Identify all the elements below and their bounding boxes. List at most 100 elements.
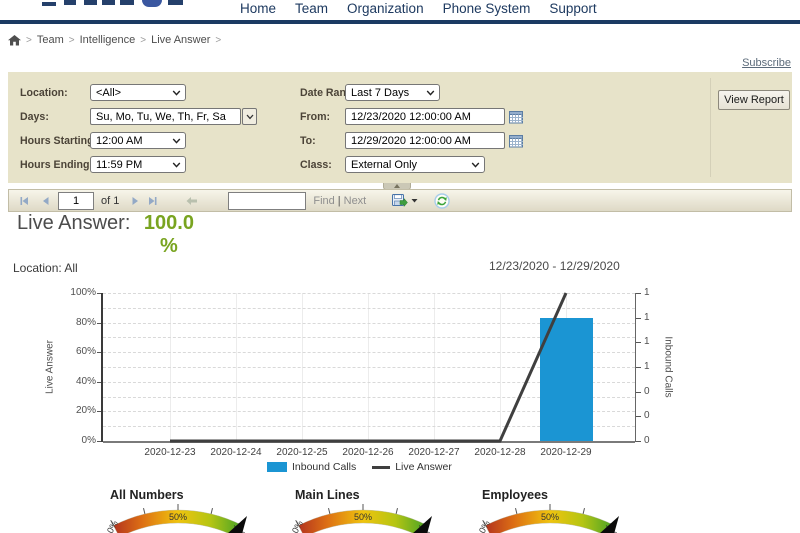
from-input[interactable]: 12/23/2020 12:00:00 AM [345,108,505,125]
logo-fragment [120,0,134,5]
prev-page-icon[interactable] [42,196,50,206]
find-label[interactable]: Find [313,195,334,207]
panel-divider [710,78,711,177]
right-axis-tick-label: 1 [644,336,650,348]
view-report-button[interactable]: View Report [718,90,790,110]
gauge-main-lines: Main Lines 50%0%100% [290,488,436,533]
gauge-dial: 50%0%100% [290,504,436,533]
from-value: 12/23/2020 12:00:00 AM [351,110,471,123]
nav-item-team[interactable]: Team [295,1,328,16]
x-axis-label: 2020-12-29 [540,447,592,458]
chart-date-range: 12/23/2020 - 12/29/2020 [489,259,620,273]
right-axis-tick-label: 1 [644,361,650,372]
breadcrumb-live-answer[interactable]: Live Answer [151,34,210,46]
h-gridline [103,293,635,294]
h-gridline [103,307,635,309]
y-axis-tick-label: 0% [81,435,96,446]
logo-fragment [168,0,183,5]
home-icon[interactable] [8,34,21,46]
x-axis-label: 2020-12-23 [144,447,196,458]
hours-starting-select[interactable]: 12:00 AM [90,132,186,149]
y-axis-tick-label: 80% [75,316,96,328]
hours-starting-value: 12:00 AM [96,134,143,147]
hours-ending-select[interactable]: 11:59 PM [90,156,186,173]
gauge-title: Employees [482,488,549,502]
find-next-controls[interactable]: Find | Next [313,195,366,207]
class-label: Class: [300,159,332,171]
nav-item-support[interactable]: Support [549,1,596,16]
chevron-down-icon [426,90,435,96]
breadcrumb: > Team > Intelligence > Live Answer > [8,34,224,46]
nav-item-organization[interactable]: Organization [347,1,424,16]
page: Home Team Organization Phone System Support … [0,0,800,533]
logo-fragment [64,0,76,5]
gauge-dial: 50%0%100% [477,504,623,533]
breadcrumb-team[interactable]: Team [37,34,64,46]
y-axis-line [101,293,103,442]
find-next-separator: | [337,194,341,207]
chevron-down-icon [471,162,480,168]
find-input[interactable] [228,191,307,210]
export-caret-icon[interactable] [411,198,418,203]
date-range-value: Last 7 Days [351,86,410,99]
last-page-icon[interactable] [147,196,158,206]
logo-fragment [42,2,56,6]
days-field[interactable]: Su, Mo, Tu, We, Th, Fr, Sa [90,108,241,125]
gauge-mid-label: 50% [541,512,559,522]
right-axis-tick-label: 0 [644,410,650,422]
calendar-icon[interactable] [508,109,525,125]
right-axis-tick [636,367,641,368]
refresh-icon[interactable] [434,192,450,209]
hours-ending-value: 11:59 PM [96,158,143,171]
page-count-label: of 1 [101,194,120,207]
to-input[interactable]: 12/29/2020 12:00:00 AM [345,132,505,149]
x-axis-label: 2020-12-24 [210,447,262,458]
gauge-dial: 50%0%100% [105,504,251,533]
next-label[interactable]: Next [344,195,367,207]
gauge-employees: Employees 50%0%100% [477,488,623,533]
right-axis-tick [636,342,641,344]
calendar-icon[interactable] [508,133,525,149]
breadcrumb-separator: > [215,34,222,46]
back-to-parent-icon[interactable] [186,196,198,206]
x-axis-label: 2020-12-28 [474,447,526,458]
days-dropdown-button[interactable] [242,108,257,125]
legend-item-live-answer: Live Answer [372,461,452,473]
top-nav-bar: Home Team Organization Phone System Support [0,0,800,20]
headline-value: 100.0 % [143,212,194,257]
x-axis-label: 2020-12-26 [342,447,394,458]
first-page-icon[interactable] [19,196,30,206]
right-axis-tick-label: 1 [644,287,650,298]
next-page-icon[interactable] [131,196,139,206]
breadcrumb-intelligence[interactable]: Intelligence [80,34,136,46]
nav-item-home[interactable]: Home [240,1,276,16]
chevron-down-icon [172,162,181,168]
bar-inbound-calls [540,317,593,441]
export-save-icon[interactable] [392,193,409,208]
right-axis-title: Inbound Calls [662,336,674,398]
hours-ending-label: Hours Ending: [20,159,93,171]
subscribe-link[interactable]: Subscribe [742,57,791,69]
class-value: External Only [351,158,418,171]
gauge-title: Main Lines [295,488,360,502]
y-axis-tick-label: 40% [75,375,96,387]
nav-item-phone-system[interactable]: Phone System [443,1,531,16]
legend-swatch-bar [267,462,287,472]
page-number-input[interactable] [58,191,94,210]
class-select[interactable]: External Only [345,156,485,173]
location-select[interactable]: <All> [90,84,186,101]
left-axis-title: Live Answer [44,340,56,394]
right-axis-tick [636,293,641,294]
to-value: 12/29/2020 12:00:00 AM [351,134,471,147]
y-axis-tick-label: 20% [75,405,96,417]
legend-item-inbound-calls: Inbound Calls [267,461,356,473]
date-range-select[interactable]: Last 7 Days [345,84,440,101]
right-axis-tick-label: 1 [644,311,650,323]
x-axis-line [103,441,635,443]
nav-divider-rule [0,20,800,24]
report-headline: Live Answer: 100.0 % [17,212,202,258]
location-line: Location: All [13,261,78,275]
gauge-mid-label: 50% [354,512,372,522]
breadcrumb-separator: > [26,34,32,46]
gauge-mid-label: 50% [169,512,187,522]
